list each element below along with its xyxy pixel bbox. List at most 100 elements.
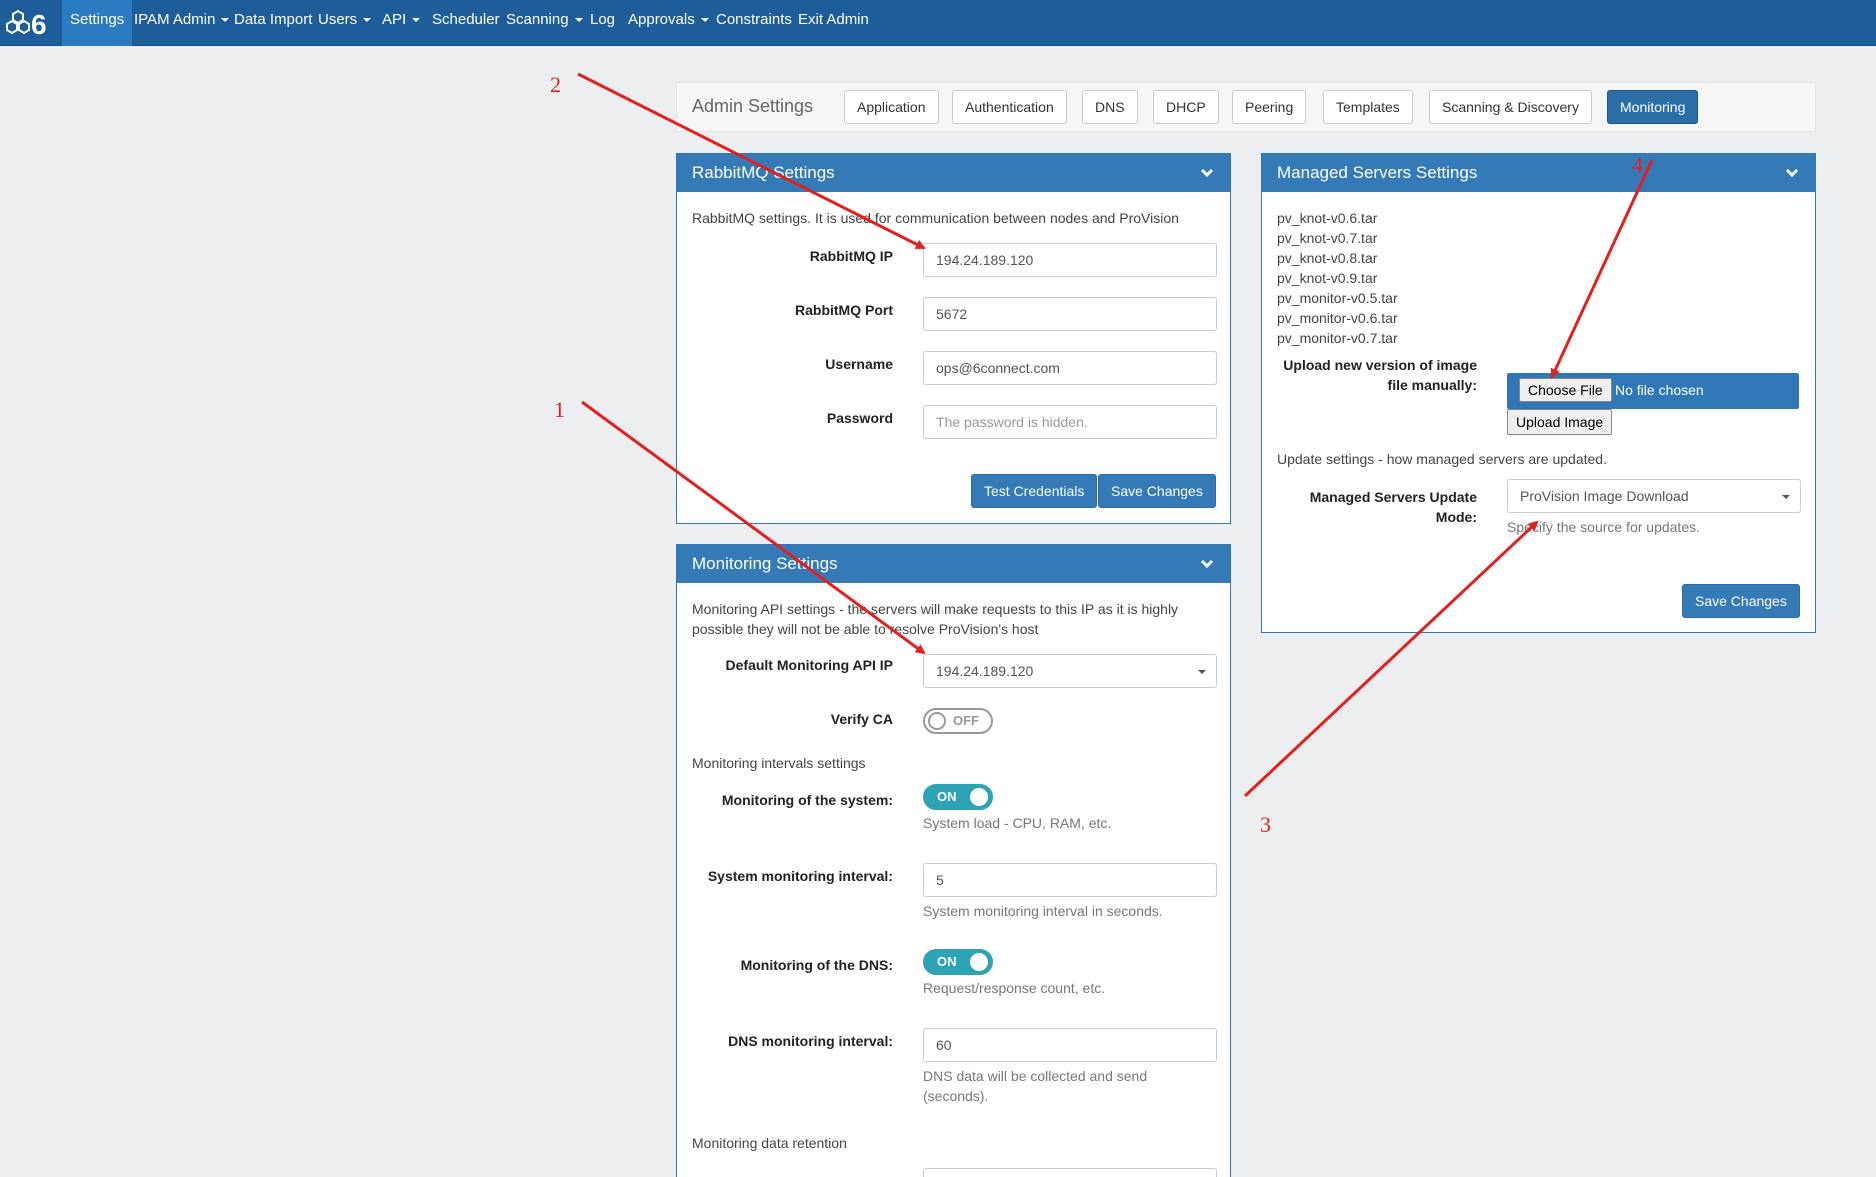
- rabbitmq-port-input[interactable]: 5672: [923, 297, 1217, 331]
- password-input[interactable]: The password is hidden.: [923, 405, 1217, 439]
- managed-servers-save-button[interactable]: Save Changes: [1682, 584, 1800, 618]
- upload-image-button[interactable]: Upload Image: [1507, 409, 1613, 435]
- nav-scanning[interactable]: Scanning: [498, 0, 591, 46]
- retention-input[interactable]: [923, 1168, 1217, 1177]
- image-file-item: pv_monitor-v0.6.tar: [1277, 310, 1398, 326]
- tab-peering[interactable]: Peering: [1232, 90, 1307, 124]
- nav-exit-admin[interactable]: Exit Admin: [790, 0, 877, 46]
- toggle-knob: [970, 953, 988, 971]
- file-input[interactable]: Choose File No file chosen: [1507, 373, 1799, 409]
- image-file-item: pv_knot-v0.8.tar: [1277, 250, 1378, 266]
- system-monitoring-label: Monitoring of the system:: [721, 792, 893, 808]
- retention-heading: Monitoring data retention: [692, 1135, 847, 1151]
- nav-settings[interactable]: Settings: [62, 0, 133, 46]
- image-file-item: pv_knot-v0.7.tar: [1277, 230, 1378, 246]
- rabbitmq-panel: RabbitMQ Settings RabbitMQ settings. It …: [676, 153, 1231, 524]
- nav-data-import[interactable]: Data Import: [226, 0, 320, 46]
- dns-interval-label: DNS monitoring interval:: [728, 1033, 893, 1049]
- nav-label: Exit Admin: [798, 11, 869, 28]
- image-file-item: pv_monitor-v0.7.tar: [1277, 330, 1398, 346]
- tab-dns[interactable]: DNS: [1082, 90, 1138, 124]
- toggle-knob: [970, 788, 988, 806]
- managed-servers-panel: Managed Servers Settings pv_knot-v0.6.ta…: [1261, 153, 1816, 633]
- caret-down-icon: [412, 18, 421, 23]
- update-mode-help: Specify the source for updates.: [1507, 519, 1700, 535]
- toggle-state: ON: [937, 789, 957, 804]
- nav-label: Settings: [70, 11, 125, 28]
- rabbitmq-ip-input[interactable]: 194.24.189.120: [923, 243, 1217, 277]
- tab-monitoring[interactable]: Monitoring: [1607, 90, 1699, 124]
- chevron-down-icon[interactable]: [1200, 557, 1214, 571]
- app-logo[interactable]: 6: [4, 6, 56, 40]
- update-mode-select[interactable]: ProVision Image Download: [1507, 479, 1801, 513]
- nav-label: Constraints: [716, 11, 792, 28]
- managed-servers-panel-header[interactable]: Managed Servers Settings: [1262, 154, 1815, 192]
- top-navbar: 6 Settings IPAM Admin Data Import Users …: [0, 0, 1876, 46]
- nav-label: IPAM Admin: [134, 11, 216, 28]
- verify-ca-toggle[interactable]: OFF: [923, 708, 993, 734]
- select-value: 194.24.189.120: [936, 663, 1034, 679]
- test-credentials-button[interactable]: Test Credentials: [971, 474, 1098, 508]
- panel-title: Managed Servers Settings: [1277, 163, 1478, 182]
- dns-monitoring-help: Request/response count, etc.: [923, 980, 1106, 996]
- rabbitmq-panel-header[interactable]: RabbitMQ Settings: [677, 154, 1230, 192]
- monitoring-api-ip-select[interactable]: 194.24.189.120: [923, 654, 1217, 688]
- tab-application[interactable]: Application: [844, 90, 939, 124]
- nav-constraints[interactable]: Constraints: [708, 0, 800, 46]
- nav-ipam-admin[interactable]: IPAM Admin: [126, 0, 237, 46]
- rabbitmq-save-button[interactable]: Save Changes: [1098, 474, 1216, 508]
- monitoring-description-line2: possible they will not be able to resolv…: [692, 621, 1039, 637]
- nav-label: Approvals: [628, 11, 695, 28]
- nav-scheduler[interactable]: Scheduler: [424, 0, 508, 46]
- system-monitoring-toggle[interactable]: ON: [923, 784, 993, 810]
- tab-dhcp[interactable]: DHCP: [1153, 90, 1219, 124]
- system-interval-help: System monitoring interval in seconds.: [923, 903, 1163, 919]
- toggle-knob: [928, 712, 946, 730]
- choose-file-button[interactable]: Choose File: [1519, 378, 1612, 402]
- rabbitmq-ip-label: RabbitMQ IP: [809, 248, 893, 264]
- tab-authentication[interactable]: Authentication: [952, 90, 1067, 124]
- dns-interval-help-line2: (seconds).: [923, 1088, 989, 1104]
- nav-label: Scheduler: [432, 11, 500, 28]
- rabbitmq-port-label: RabbitMQ Port: [795, 302, 893, 318]
- update-mode-label-line2: Mode:: [1435, 509, 1477, 525]
- chevron-down-icon[interactable]: [1785, 166, 1799, 180]
- upload-label-line2: file manually:: [1387, 377, 1477, 393]
- toggle-state: ON: [937, 954, 957, 969]
- image-file-item: pv_monitor-v0.5.tar: [1277, 290, 1398, 306]
- nav-approvals[interactable]: Approvals: [620, 0, 717, 46]
- nav-users[interactable]: Users: [310, 0, 379, 46]
- nav-label: Log: [590, 11, 616, 28]
- tab-templates[interactable]: Templates: [1323, 90, 1413, 124]
- dns-interval-help-line1: DNS data will be collected and send: [923, 1068, 1148, 1084]
- dns-interval-input[interactable]: 60: [923, 1028, 1217, 1062]
- nav-log[interactable]: Log: [582, 0, 623, 46]
- monitoring-description-line1: Monitoring API settings - the servers wi…: [692, 601, 1179, 617]
- caret-down-icon: [363, 18, 372, 23]
- dns-monitoring-toggle[interactable]: ON: [923, 949, 993, 975]
- nav-label: Users: [318, 11, 358, 28]
- password-label: Password: [826, 410, 893, 426]
- annotation-label-1: 1: [554, 397, 565, 422]
- image-file-item: pv_knot-v0.9.tar: [1277, 270, 1378, 286]
- admin-settings-bar: Admin Settings Application Authenticatio…: [676, 82, 1816, 132]
- system-interval-input[interactable]: 5: [923, 863, 1217, 897]
- tab-scanning-discovery[interactable]: Scanning & Discovery: [1429, 90, 1592, 124]
- monitoring-panel-header[interactable]: Monitoring Settings: [677, 545, 1230, 583]
- nav-label: Scanning: [506, 11, 569, 28]
- verify-ca-label: Verify CA: [830, 711, 893, 727]
- upload-label-line1: Upload new version of image: [1283, 357, 1477, 373]
- rabbitmq-description: RabbitMQ settings. It is used for commun…: [692, 210, 1179, 226]
- toggle-state: OFF: [953, 713, 979, 728]
- nav-label: Data Import: [234, 11, 313, 28]
- monitoring-panel: Monitoring Settings Monitoring API setti…: [676, 544, 1231, 1177]
- admin-settings-title: Admin Settings: [692, 96, 814, 116]
- annotation-label-2: 2: [550, 72, 561, 97]
- image-file-item: pv_knot-v0.6.tar: [1277, 210, 1378, 226]
- svg-text:6: 6: [31, 9, 47, 40]
- chevron-down-icon[interactable]: [1200, 166, 1214, 180]
- username-input[interactable]: ops@6connect.com: [923, 351, 1217, 385]
- nav-api[interactable]: API: [374, 0, 428, 46]
- panel-title: Monitoring Settings: [692, 554, 838, 573]
- no-file-text: No file chosen: [1615, 382, 1704, 398]
